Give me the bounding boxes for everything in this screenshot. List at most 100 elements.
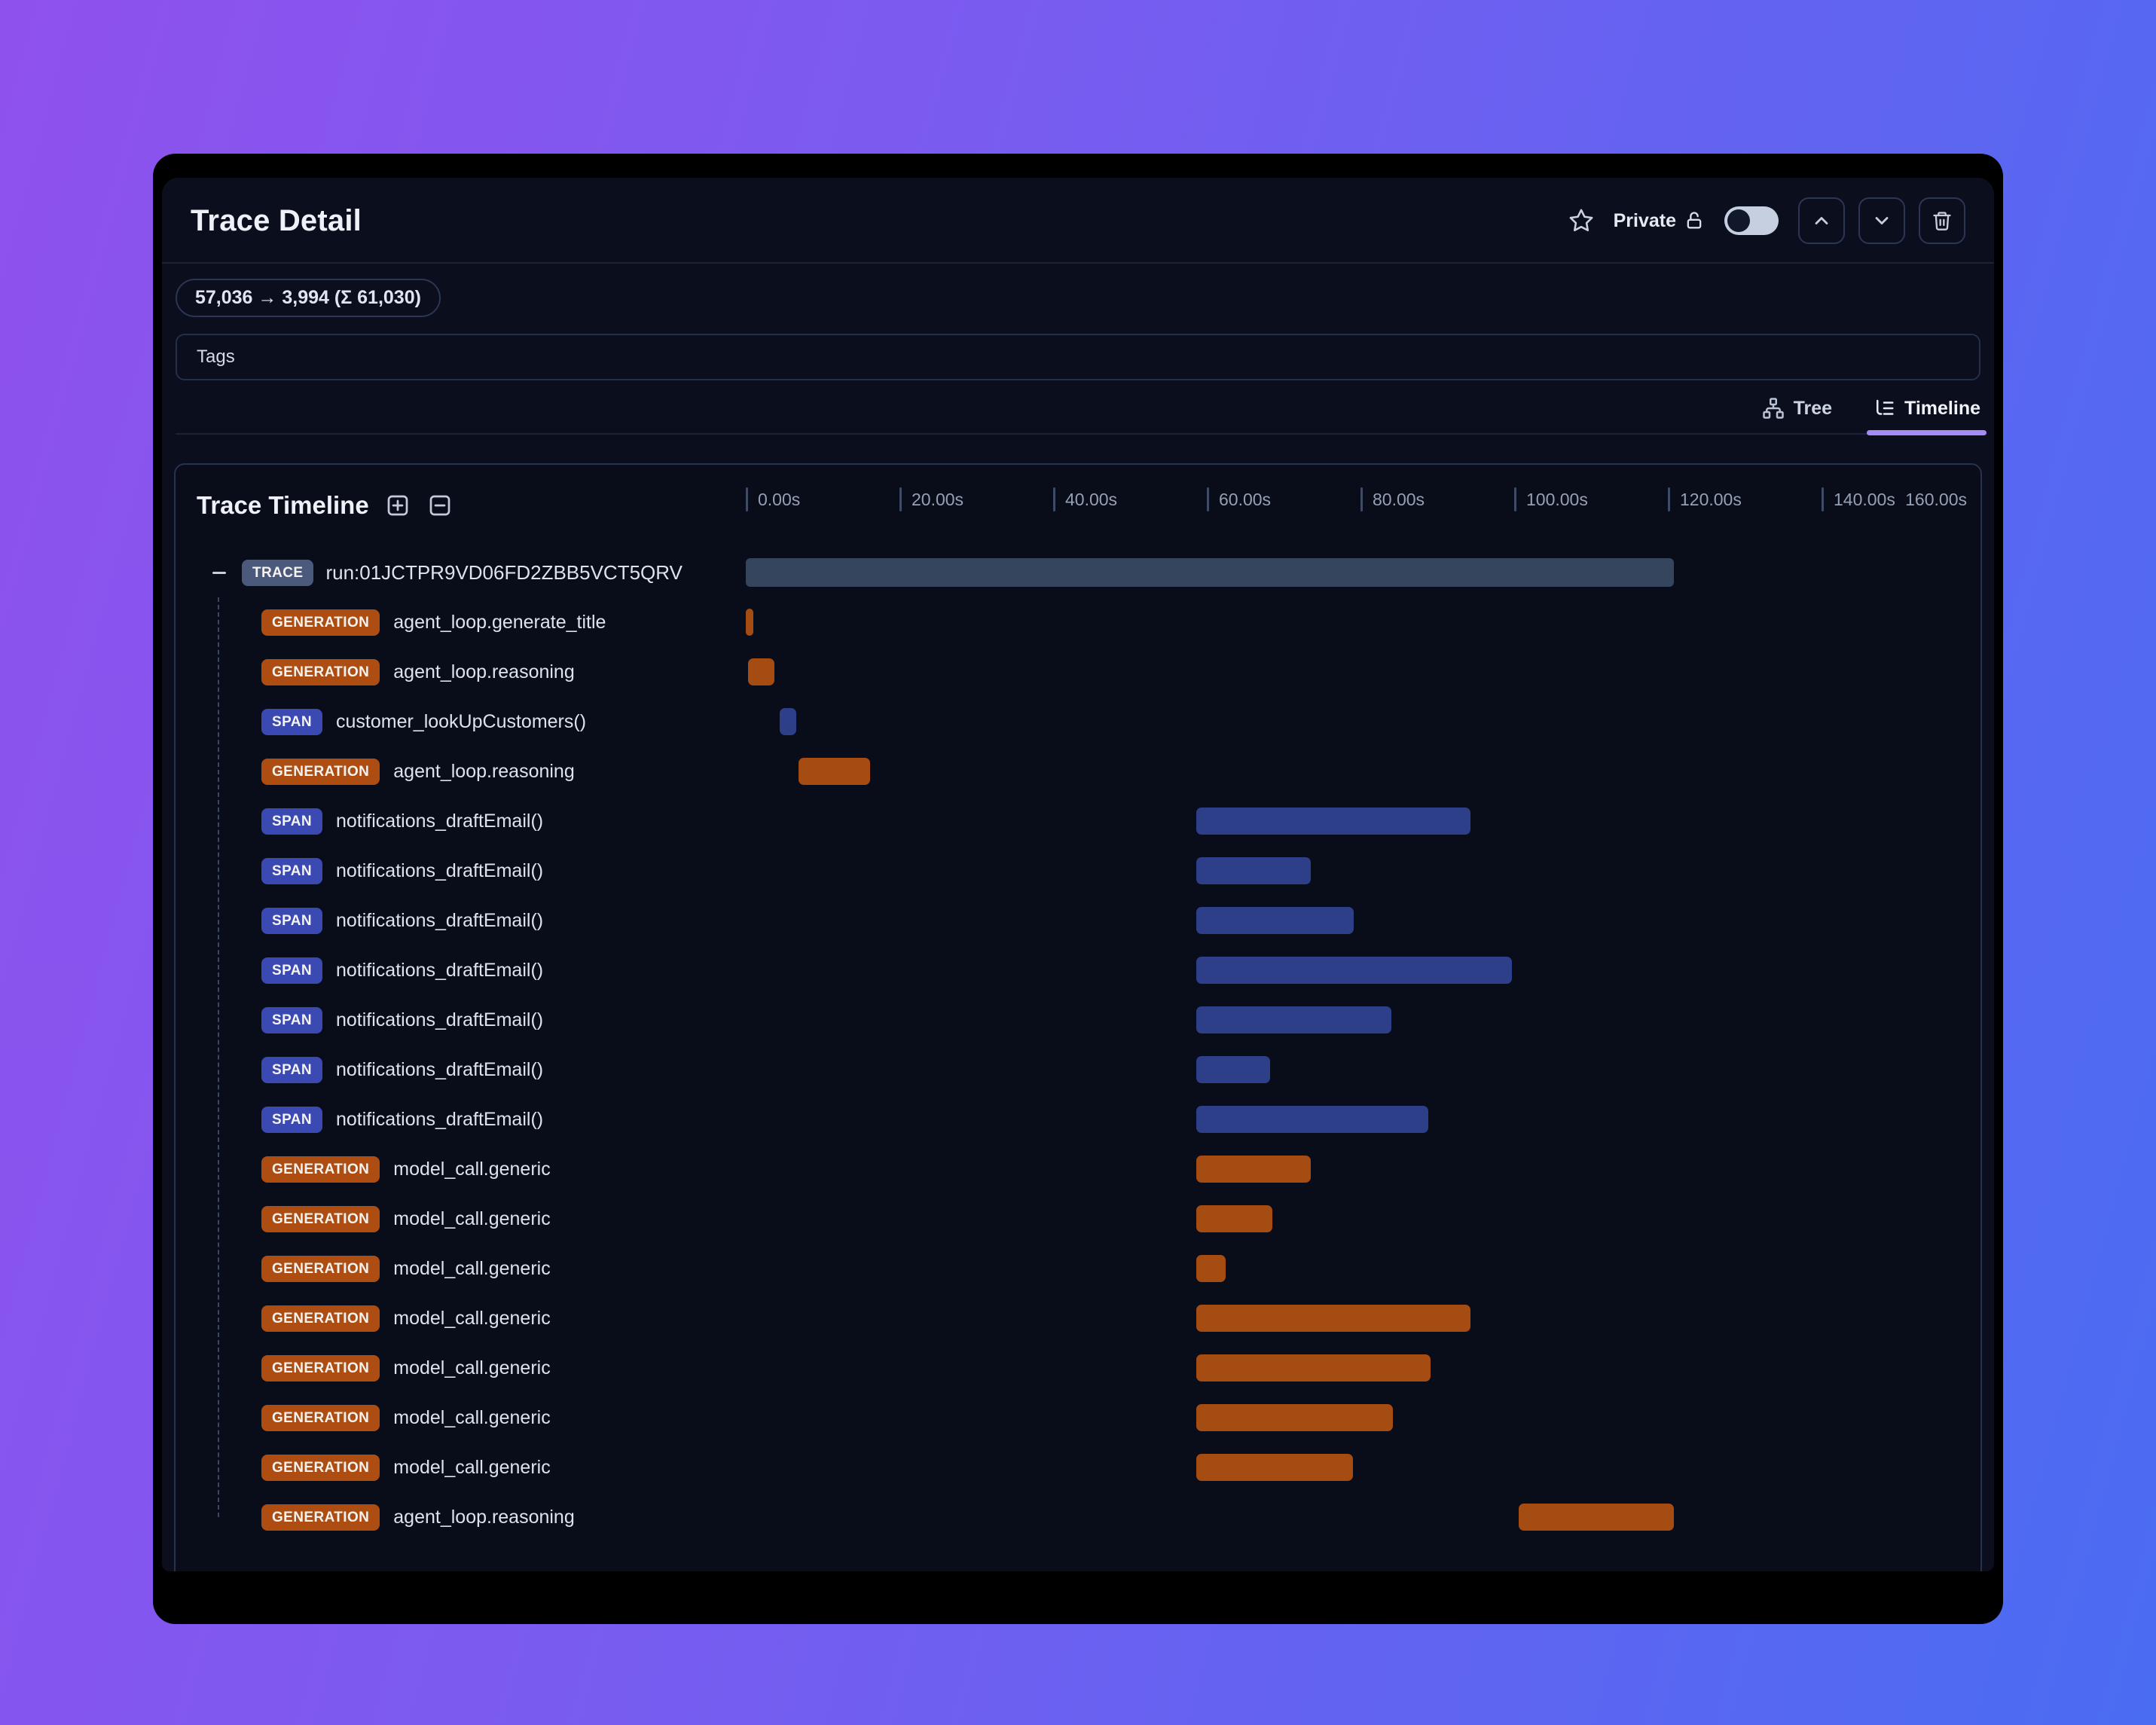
- tick-line: [1514, 487, 1516, 511]
- tags-label: Tags: [197, 347, 235, 367]
- duration-bar[interactable]: [1196, 1255, 1226, 1282]
- duration-bar[interactable]: [748, 658, 774, 685]
- observation-name: agent_loop.generate_title: [393, 611, 606, 633]
- chevron-down-icon: [1875, 217, 1889, 224]
- timeline-row[interactable]: GENERATION model_call.generic: [176, 1244, 1980, 1293]
- observation-type-badge: SPAN: [261, 1056, 322, 1083]
- timeline-row[interactable]: SPAN notifications_draftEmail(): [176, 995, 1980, 1045]
- observation-type-badge: GENERATION: [261, 1156, 380, 1183]
- timeline-row[interactable]: GENERATION model_call.generic: [176, 1194, 1980, 1244]
- observation-type-badge: GENERATION: [261, 1205, 380, 1232]
- observation-type-badge: SPAN: [261, 907, 322, 934]
- tab-timeline[interactable]: Timeline: [1867, 397, 1987, 435]
- page-title: Trace Detail: [191, 203, 362, 237]
- duration-bar[interactable]: [1196, 1404, 1393, 1431]
- app-window: Trace Detail Private 57,036 → 3,994 (Σ 6…: [153, 154, 2003, 1624]
- duration-bar[interactable]: [1196, 1454, 1353, 1481]
- axis-tick: 60.00s: [1207, 487, 1271, 511]
- observation-name: agent_loop.reasoning: [393, 1506, 575, 1528]
- collapse-row-button[interactable]: [209, 562, 230, 583]
- observation-type-badge: GENERATION: [261, 658, 380, 685]
- timeline-row[interactable]: SPAN notifications_draftEmail(): [176, 1095, 1980, 1144]
- duration-bar[interactable]: [1196, 1205, 1272, 1232]
- star-icon: [1569, 209, 1593, 232]
- timeline-row[interactable]: GENERATION agent_loop.reasoning: [176, 746, 1980, 796]
- timeline-row[interactable]: SPAN customer_lookUpCustomers(): [176, 697, 1980, 746]
- axis-tick: 100.00s: [1514, 487, 1588, 511]
- observation-name: notifications_draftEmail(): [335, 859, 544, 881]
- tick-line: [1822, 487, 1824, 511]
- next-trace-button[interactable]: [1858, 197, 1905, 244]
- observation-name: notifications_draftEmail(): [335, 1058, 544, 1080]
- favorite-star-button[interactable]: [1568, 208, 1594, 234]
- trash-icon: [1933, 212, 1951, 231]
- timeline-row[interactable]: GENERATION model_call.generic: [176, 1343, 1980, 1393]
- timeline-title: Trace Timeline: [197, 491, 369, 519]
- observation-type-badge: SPAN: [261, 857, 322, 884]
- page-header: Trace Detail Private: [162, 178, 1994, 264]
- tick-label: 100.00s: [1526, 490, 1588, 509]
- timeline-row[interactable]: GENERATION model_call.generic: [176, 1393, 1980, 1443]
- duration-bar[interactable]: [746, 558, 1675, 587]
- duration-bar[interactable]: [1196, 957, 1512, 984]
- timeline-row[interactable]: GENERATION agent_loop.generate_title: [176, 597, 1980, 647]
- observation-type-badge: SPAN: [261, 1006, 322, 1033]
- privacy-toggle[interactable]: [1724, 206, 1779, 235]
- observation-name: model_call.generic: [393, 1357, 551, 1378]
- toggle-knob: [1727, 209, 1750, 232]
- privacy-label: Private: [1613, 209, 1676, 231]
- desktop-background: Trace Detail Private 57,036 → 3,994 (Σ 6…: [0, 0, 2156, 1725]
- duration-bar[interactable]: [799, 758, 871, 785]
- delete-trace-button[interactable]: [1919, 197, 1965, 244]
- tick-label: 60.00s: [1219, 490, 1272, 509]
- duration-bar[interactable]: [1196, 857, 1311, 884]
- timeline-row[interactable]: TRACE run:01JCTPR9VD06FD2ZBB5VCT5QRV: [176, 548, 1980, 597]
- duration-bar[interactable]: [1196, 1106, 1428, 1133]
- observation-type-badge: SPAN: [261, 808, 322, 835]
- timeline-row[interactable]: GENERATION agent_loop.reasoning: [176, 1492, 1980, 1542]
- tick-line: [746, 487, 748, 511]
- duration-bar[interactable]: [1196, 808, 1470, 835]
- axis-tick: 80.00s: [1360, 487, 1425, 511]
- timeline-row[interactable]: SPAN notifications_draftEmail(): [176, 846, 1980, 896]
- usage-row: 57,036 → 3,994 (Σ 61,030): [162, 264, 1994, 317]
- tick-line: [1668, 487, 1670, 511]
- duration-bar[interactable]: [1196, 1006, 1391, 1033]
- timeline-row[interactable]: SPAN notifications_draftEmail(): [176, 796, 1980, 846]
- duration-bar[interactable]: [1196, 1156, 1311, 1183]
- duration-bar[interactable]: [1519, 1504, 1675, 1531]
- tab-tree[interactable]: Tree: [1762, 397, 1832, 433]
- observation-name: agent_loop.reasoning: [393, 760, 575, 782]
- privacy-status: Private: [1614, 210, 1705, 232]
- observation-name: notifications_draftEmail(): [335, 1009, 544, 1030]
- timeline-row[interactable]: GENERATION model_call.generic: [176, 1293, 1980, 1343]
- observation-type-badge: GENERATION: [261, 1354, 380, 1382]
- observation-type-badge: GENERATION: [261, 1305, 380, 1332]
- tick-label: 160.00s: [1905, 490, 1967, 509]
- duration-bar[interactable]: [1196, 907, 1354, 934]
- observation-type-badge: GENERATION: [261, 1454, 380, 1481]
- duration-bar[interactable]: [746, 609, 754, 636]
- timeline-row[interactable]: GENERATION model_call.generic: [176, 1443, 1980, 1492]
- timeline-row[interactable]: GENERATION model_call.generic: [176, 1144, 1980, 1194]
- tags-input[interactable]: Tags: [176, 334, 1980, 380]
- tick-label: 120.00s: [1680, 490, 1742, 509]
- collapse-all-button[interactable]: [426, 492, 453, 519]
- axis-tick: 160.00s: [1905, 487, 1967, 510]
- tick-label: 0.00s: [758, 490, 801, 509]
- timeline-row[interactable]: SPAN notifications_draftEmail(): [176, 1045, 1980, 1095]
- timeline-row[interactable]: SPAN notifications_draftEmail(): [176, 896, 1980, 945]
- observation-name: agent_loop.reasoning: [393, 661, 575, 682]
- duration-bar[interactable]: [1196, 1056, 1270, 1083]
- observation-name: model_call.generic: [393, 1257, 551, 1279]
- duration-bar[interactable]: [1196, 1354, 1431, 1382]
- observation-name: model_call.generic: [393, 1307, 551, 1329]
- chevron-up-icon: [1815, 217, 1828, 224]
- duration-bar[interactable]: [779, 708, 797, 735]
- duration-bar[interactable]: [1196, 1305, 1470, 1332]
- expand-all-button[interactable]: [384, 492, 411, 519]
- previous-trace-button[interactable]: [1798, 197, 1845, 244]
- timeline-row[interactable]: GENERATION agent_loop.reasoning: [176, 647, 1980, 697]
- observation-type-badge: GENERATION: [261, 758, 380, 785]
- timeline-row[interactable]: SPAN notifications_draftEmail(): [176, 945, 1980, 995]
